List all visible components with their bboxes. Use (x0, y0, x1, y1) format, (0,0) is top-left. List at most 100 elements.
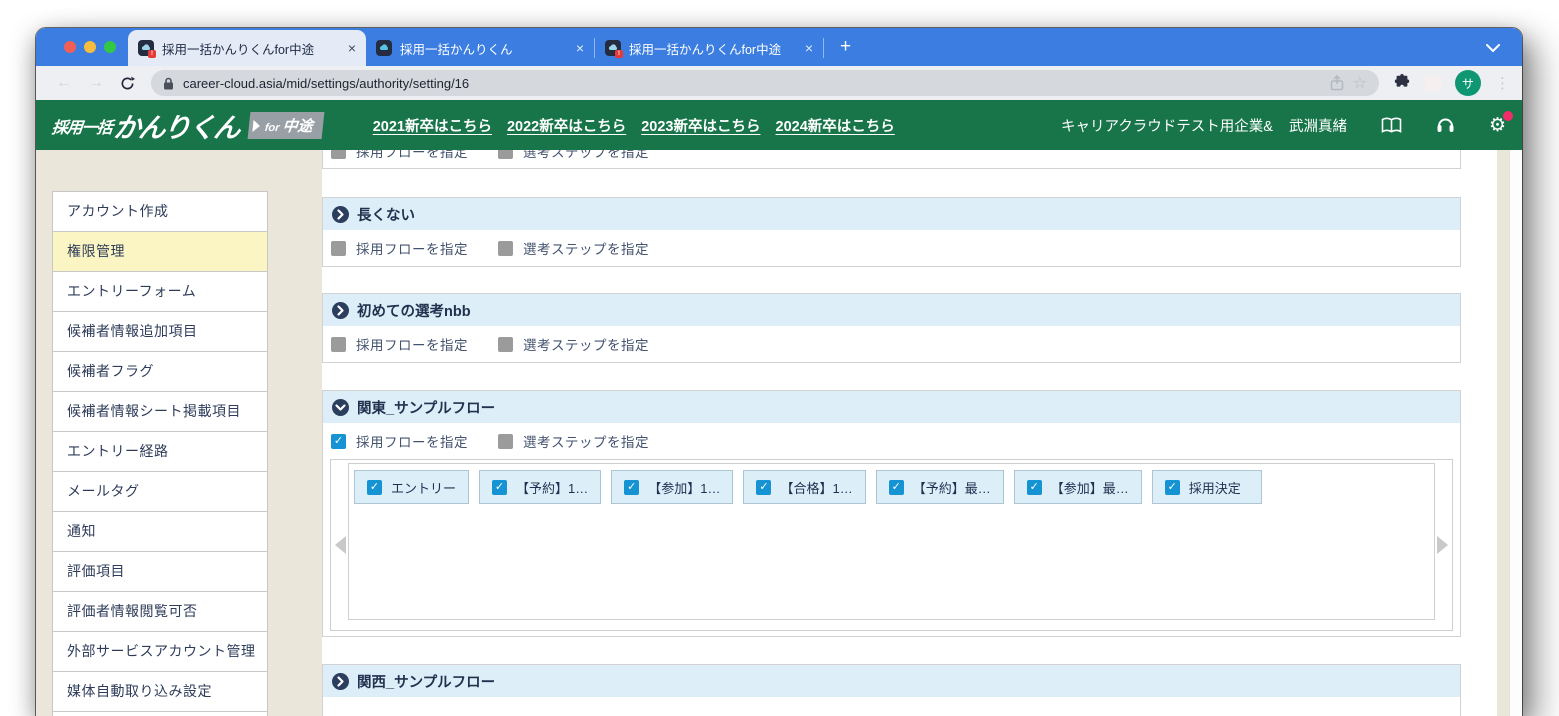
chevron-right-circle-icon[interactable] (332, 301, 349, 319)
flow-step-entry[interactable]: エントリー (354, 470, 470, 504)
logo-for-chuto-badge: for 中途 (247, 111, 325, 139)
sidebar-item-media-import[interactable]: 媒体自動取り込み設定 (53, 672, 267, 712)
extensions-puzzle-icon[interactable] (1393, 74, 1411, 92)
bookmark-star-icon[interactable]: ☆ (1353, 73, 1367, 93)
flow-scroll-right-icon[interactable] (1437, 536, 1448, 554)
chevron-right-circle-icon[interactable] (332, 205, 349, 223)
adoption-flow-checkbox[interactable] (331, 240, 346, 256)
section-header[interactable]: 長くない (323, 198, 1460, 230)
close-icon[interactable]: × (576, 40, 584, 56)
nav-link-2023[interactable]: 2023新卒はこちら (641, 115, 760, 136)
address-bar[interactable]: career-cloud.asia/mid/settings/authority… (151, 70, 1379, 96)
sidebar-item-authority[interactable]: 権限管理 (53, 232, 267, 272)
profile-avatar[interactable]: サ (1455, 70, 1481, 96)
sidebar-item-mail-tag[interactable]: メールタグ (53, 472, 267, 512)
close-icon[interactable]: × (348, 40, 356, 56)
settings-gear-icon[interactable]: ⚙ (1489, 110, 1513, 135)
adoption-flow-label: 採用フローを指定 (356, 150, 468, 160)
minimize-window-button[interactable] (84, 41, 96, 53)
tab-3[interactable]: ! 採用一括かんりくんfor中途 × (595, 30, 823, 66)
flow-step-yoyaku-1[interactable]: 【予約】1… (479, 470, 602, 504)
close-window-button[interactable] (64, 41, 76, 53)
settings-sidebar: アカウント作成 権限管理 エントリーフォーム 候補者情報追加項目 候補者フラグ … (52, 191, 268, 716)
sidebar-item-entry-route[interactable]: エントリー経路 (53, 432, 267, 472)
side-panel-icon[interactable] (1425, 75, 1441, 91)
step-checkbox[interactable] (756, 479, 772, 495)
section-header[interactable]: 関東_サンプルフロー (323, 391, 1460, 423)
flow-step-sanka-final[interactable]: 【参加】最… (1013, 470, 1142, 504)
adoption-flow-label: 採用フローを指定 (356, 242, 468, 257)
selection-step-label: 選考ステップを指定 (523, 242, 649, 257)
app-favicon-icon: ! (605, 40, 623, 58)
step-checkbox[interactable] (1164, 479, 1180, 495)
adoption-flow-checkbox[interactable] (331, 336, 346, 352)
flow-scroll-left-icon[interactable] (335, 536, 346, 554)
checkbox-row: 採用フローを指定 選考ステップを指定 (323, 150, 1460, 168)
back-icon[interactable]: ← (48, 74, 80, 92)
support-headset-icon[interactable] (1436, 116, 1455, 134)
tab-2[interactable]: 採用一括かんりくん × (366, 30, 594, 66)
browser-menu-icon[interactable]: ⋮ (1495, 74, 1510, 92)
flow-step-saiyou-kettei[interactable]: 採用決定 (1151, 470, 1262, 504)
adoption-flow-label: 採用フローを指定 (356, 338, 468, 353)
tab-separator (823, 38, 824, 58)
sidebar-item-candidate-extra[interactable]: 候補者情報追加項目 (53, 312, 267, 352)
new-tab-button[interactable]: + (840, 36, 851, 58)
app-logo[interactable]: 採用一括 かんりくん for 中途 (50, 106, 325, 145)
sidebar-item-candidate-sheet[interactable]: 候補者情報シート掲載項目 (53, 392, 267, 432)
zoom-window-button[interactable] (104, 41, 116, 53)
tab-title: 採用一括かんりくんfor中途 (162, 42, 315, 57)
adoption-flow-checkbox[interactable] (331, 433, 346, 449)
chevron-right-circle-icon[interactable] (332, 672, 349, 690)
selection-step-checkbox[interactable] (498, 150, 513, 159)
reload-icon[interactable] (112, 75, 143, 91)
share-icon[interactable] (1330, 75, 1344, 91)
chevron-down-circle-icon[interactable] (332, 398, 349, 416)
flow-step-goukaku-1[interactable]: 【合格】1… (743, 470, 866, 504)
step-checkbox[interactable] (367, 479, 382, 495)
sidebar-item-evaluation[interactable]: 評価項目 (53, 552, 267, 592)
logo-main: かんりくん (112, 112, 241, 143)
selection-step-checkbox[interactable] (498, 433, 513, 449)
page-scrollbar[interactable] (1509, 150, 1522, 716)
flow-steps-scroller: エントリー 【予約】1… 【参加】1… (330, 459, 1453, 631)
section-header[interactable]: 関西_サンプルフロー (323, 665, 1460, 697)
flow-steps-track: エントリー 【予約】1… 【参加】1… (348, 463, 1435, 620)
sidebar-item-candidate-flag[interactable]: 候補者フラグ (53, 352, 267, 392)
checkbox-row: 採用フローを指定 選考ステップを指定 (323, 707, 1460, 716)
page-body: アカウント作成 権限管理 エントリーフォーム 候補者情報追加項目 候補者フラグ … (36, 150, 1522, 716)
close-icon[interactable]: × (805, 40, 813, 56)
manual-book-icon[interactable] (1381, 117, 1402, 134)
checkbox-row: 採用フローを指定 選考ステップを指定 (323, 230, 1460, 266)
section-title: 関西_サンプルフロー (357, 674, 496, 691)
adoption-flow-checkbox[interactable] (331, 150, 346, 159)
nav-link-2022[interactable]: 2022新卒はこちら (507, 115, 626, 136)
sidebar-item-notification[interactable]: 通知 (53, 512, 267, 552)
logo-prefix: 採用一括 (50, 119, 113, 136)
nav-link-2024[interactable]: 2024新卒はこちら (776, 115, 895, 136)
sidebar-item-external-account[interactable]: 外部サービスアカウント管理 (53, 632, 267, 672)
sidebar-item-evaluator-visibility[interactable]: 評価者情報閲覧可否 (53, 592, 267, 632)
flow-step-yoyaku-final[interactable]: 【予約】最… (875, 470, 1004, 504)
sidebar-item-entry-form[interactable]: エントリーフォーム (53, 272, 267, 312)
adoption-flow-label: 採用フローを指定 (356, 435, 468, 450)
step-checkbox[interactable] (888, 479, 904, 495)
section-title: 初めての選考nbb (357, 303, 471, 320)
step-checkbox[interactable] (624, 479, 640, 495)
screenshot-stage: ! 採用一括かんりくんfor中途 × 採用一括かんりくん × ! 採用一括かんり… (0, 0, 1559, 716)
nav-link-2021[interactable]: 2021新卒はこちら (373, 115, 492, 136)
lock-icon (163, 77, 174, 90)
chevron-down-icon[interactable] (1486, 40, 1500, 58)
notification-dot (1503, 110, 1513, 121)
flow-step-sanka-1[interactable]: 【参加】1… (611, 470, 734, 504)
selection-step-checkbox[interactable] (498, 240, 513, 256)
step-checkbox[interactable] (492, 479, 508, 495)
sidebar-item-account-create[interactable]: アカウント作成 (53, 192, 267, 232)
section-title: 関東_サンプルフロー (357, 400, 496, 417)
tab-1[interactable]: ! 採用一括かんりくんfor中途 × (128, 30, 366, 66)
selection-step-checkbox[interactable] (498, 336, 513, 352)
section-header[interactable]: 初めての選考nbb (323, 294, 1460, 326)
user-name[interactable]: 武淵真緒 (1289, 115, 1347, 136)
step-checkbox[interactable] (1026, 479, 1042, 495)
forward-icon[interactable]: → (80, 74, 112, 92)
